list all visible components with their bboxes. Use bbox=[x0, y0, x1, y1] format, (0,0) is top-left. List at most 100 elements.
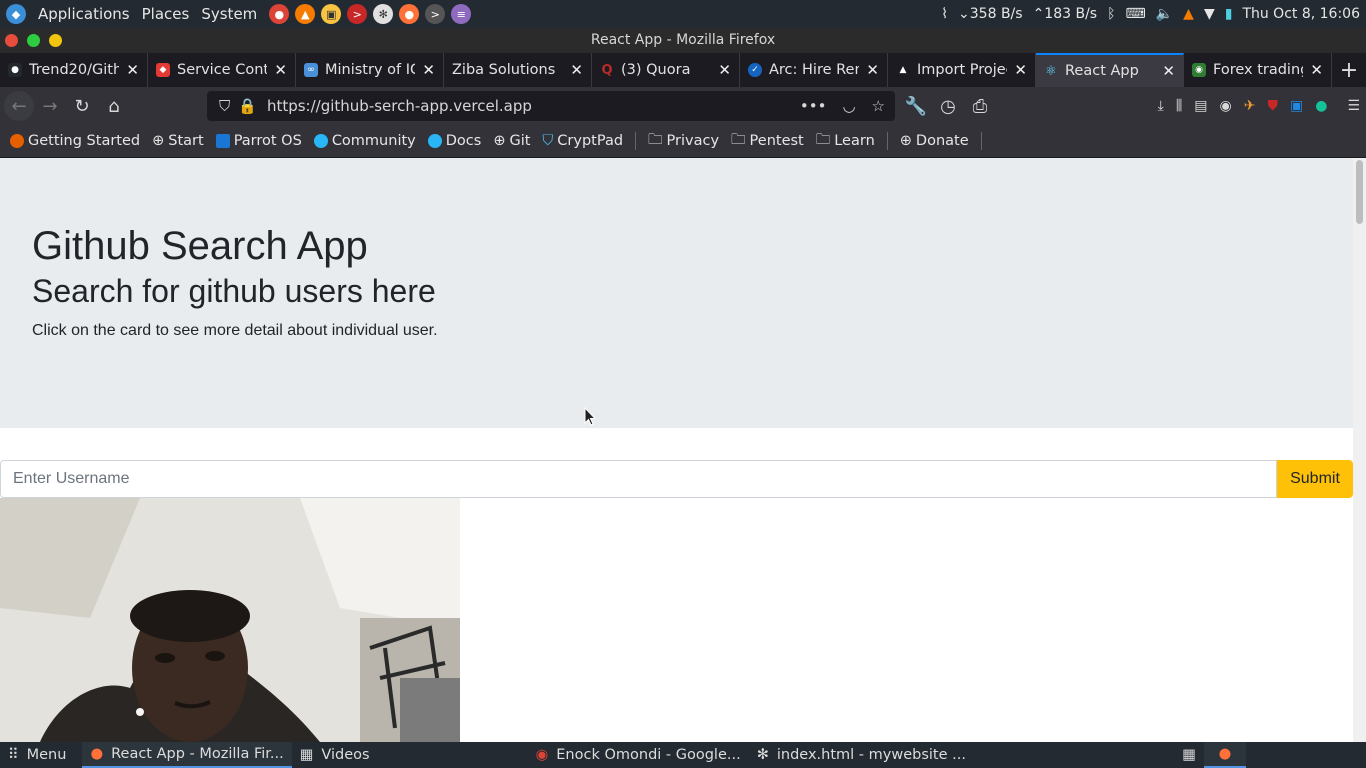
sidebar-icon[interactable]: ▤ bbox=[1194, 98, 1207, 114]
chrome-launcher-icon[interactable]: ● bbox=[269, 4, 290, 24]
scrollbar-thumb[interactable] bbox=[1356, 160, 1363, 224]
terminal-launcher-icon[interactable]: > bbox=[425, 4, 446, 24]
forward-button[interactable]: → bbox=[34, 91, 66, 121]
system-menu[interactable]: System bbox=[201, 5, 257, 23]
library-icon[interactable]: ⫼ bbox=[1176, 98, 1182, 114]
clock[interactable]: Thu Oct 8, 16:06 bbox=[1242, 6, 1360, 22]
workspace-switcher-icon[interactable]: ▦ bbox=[1174, 742, 1204, 768]
tab-github[interactable]: ● Trend20/Gith ✕ bbox=[0, 53, 148, 87]
tab-quora[interactable]: Q (3) Quora ✕ bbox=[592, 53, 740, 87]
url-text[interactable]: https://github-serch-app.vercel.app bbox=[267, 97, 800, 115]
settings-launcher-icon[interactable]: ✻ bbox=[373, 4, 394, 24]
keyboard-icon[interactable]: ⌨ bbox=[1126, 6, 1146, 22]
quora-icon: Q bbox=[601, 62, 613, 78]
close-tab-icon[interactable]: ✕ bbox=[1014, 61, 1027, 79]
page-actions-icon[interactable]: ••• bbox=[800, 97, 827, 115]
globe-icon: ⊕ bbox=[493, 133, 506, 149]
bookmark-star-icon[interactable]: ☆ bbox=[872, 97, 885, 115]
close-tab-icon[interactable]: ✕ bbox=[570, 61, 583, 79]
taskbar-item-vscode[interactable]: ✻ index.html - mywebsite ... bbox=[749, 742, 974, 768]
minimize-window-icon[interactable] bbox=[49, 34, 62, 47]
tab-ministry[interactable]: ∞ Ministry of IC ✕ bbox=[296, 53, 444, 87]
volume-icon[interactable]: 🔈 bbox=[1156, 6, 1173, 22]
vercel-icon: ▲ bbox=[899, 65, 907, 75]
back-button[interactable]: ← bbox=[4, 91, 34, 121]
tab-ziba[interactable]: Ziba Solutions ✕ bbox=[444, 53, 592, 87]
username-input[interactable] bbox=[0, 460, 1277, 498]
bookmark-folder-pentest[interactable]: 🗀 Pentest bbox=[731, 129, 804, 154]
submit-button[interactable]: Submit bbox=[1277, 460, 1353, 498]
lock-launcher-icon[interactable]: ▣ bbox=[321, 4, 342, 24]
tab-forex[interactable]: ◉ Forex trading ✕ bbox=[1184, 53, 1332, 87]
github-icon: ● bbox=[8, 63, 22, 77]
new-tab-button[interactable]: + bbox=[1332, 53, 1366, 87]
taskbar-menu-button[interactable]: ⠿ Menu bbox=[0, 742, 74, 768]
page-content: Github Search App Search for github user… bbox=[0, 158, 1353, 742]
tab-react-app[interactable]: ⚛ React App ✕ bbox=[1036, 53, 1184, 87]
close-tab-icon[interactable]: ✕ bbox=[126, 61, 139, 79]
bookmark-docs[interactable]: Docs bbox=[427, 133, 481, 149]
workspace-active-firefox-icon[interactable]: ● bbox=[1204, 742, 1246, 768]
firefox-icon: ● bbox=[90, 746, 104, 762]
globe-icon: ⊕ bbox=[899, 133, 912, 149]
history-button[interactable]: ◷ bbox=[932, 91, 964, 121]
close-tab-icon[interactable]: ✕ bbox=[1162, 62, 1175, 80]
places-menu[interactable]: Places bbox=[142, 5, 190, 23]
account-icon[interactable]: ◉ bbox=[1220, 98, 1232, 114]
shield-icon[interactable]: ⛉ bbox=[219, 97, 230, 115]
forward-arrow-icon: → bbox=[42, 95, 58, 117]
taskbar-item-chrome[interactable]: ◉ Enock Omondi - Google... bbox=[528, 742, 749, 768]
close-window-icon[interactable] bbox=[5, 34, 18, 47]
close-tab-icon[interactable]: ✕ bbox=[718, 61, 731, 79]
window-title-bar: React App - Mozilla Firefox bbox=[0, 28, 1366, 53]
home-button[interactable]: ⌂ bbox=[98, 91, 130, 121]
bookmark-start[interactable]: ⊕ Start bbox=[152, 133, 204, 149]
tools-button[interactable]: 🔧 bbox=[900, 91, 932, 121]
bookmark-folder-learn[interactable]: 🗀 Learn bbox=[816, 129, 875, 154]
url-bar[interactable]: ⛉ 🔒 https://github-serch-app.vercel.app … bbox=[207, 91, 895, 121]
ublock-icon[interactable]: ⛊ bbox=[1267, 98, 1278, 114]
vlc-tray-icon[interactable]: ▲ bbox=[1183, 6, 1194, 22]
hamburger-menu-icon[interactable]: ☰ bbox=[1347, 98, 1360, 114]
applications-menu[interactable]: ◆ Applications bbox=[6, 4, 130, 24]
bookmark-separator bbox=[980, 132, 982, 150]
terminal-red-launcher-icon[interactable]: > bbox=[347, 4, 368, 24]
bookmark-cryptpad[interactable]: ⛉ CryptPad bbox=[542, 133, 623, 149]
docs-icon bbox=[427, 134, 442, 148]
bookmark-donate[interactable]: ⊕ Donate bbox=[900, 133, 969, 149]
taskbar-item-firefox[interactable]: ● React App - Mozilla Fir... bbox=[82, 742, 292, 768]
bookmark-getting-started[interactable]: Getting Started bbox=[10, 133, 140, 149]
extension-icon[interactable]: ✈ bbox=[1244, 98, 1256, 114]
vlc-launcher-icon[interactable]: ▲ bbox=[295, 4, 316, 24]
print-button[interactable]: ⎙ bbox=[964, 91, 996, 121]
chrome-icon: ◉ bbox=[535, 747, 549, 763]
wrench-icon: 🔧 bbox=[904, 95, 928, 117]
bookmark-parrot-os[interactable]: Parrot OS bbox=[215, 133, 302, 149]
bluetooth-icon[interactable]: ᛒ bbox=[1107, 6, 1115, 22]
tab-arc[interactable]: ✓ Arc: Hire Rem ✕ bbox=[740, 53, 888, 87]
lock-icon[interactable]: 🔒 bbox=[238, 97, 257, 115]
close-tab-icon[interactable]: ✕ bbox=[274, 61, 287, 79]
bookmark-community[interactable]: Community bbox=[313, 133, 416, 149]
page-scrollbar[interactable] bbox=[1353, 158, 1366, 742]
pocket-icon[interactable]: ◡ bbox=[842, 97, 855, 115]
grammarly-icon[interactable]: ● bbox=[1315, 98, 1327, 114]
close-tab-icon[interactable]: ✕ bbox=[422, 61, 435, 79]
reload-button[interactable]: ↻ bbox=[66, 91, 98, 121]
user-avatar-card[interactable] bbox=[0, 498, 460, 742]
editor-launcher-icon[interactable]: ≡ bbox=[451, 4, 472, 24]
skype-icon[interactable]: ▣ bbox=[1290, 98, 1303, 114]
close-tab-icon[interactable]: ✕ bbox=[866, 61, 879, 79]
close-tab-icon[interactable]: ✕ bbox=[1310, 61, 1323, 79]
taskbar-item-videos[interactable]: ▦ Videos bbox=[292, 742, 378, 768]
tab-service-contact[interactable]: ◆Service Conta✕ bbox=[148, 53, 296, 87]
maximize-window-icon[interactable] bbox=[27, 34, 40, 47]
tab-import-project[interactable]: ▲ Import Projec ✕ bbox=[888, 53, 1036, 87]
bookmark-folder-privacy[interactable]: 🗀 Privacy bbox=[648, 129, 719, 154]
firefox-launcher-icon[interactable]: ● bbox=[399, 4, 420, 24]
battery-icon[interactable]: ▮ bbox=[1225, 6, 1233, 22]
wifi-icon[interactable]: ▼ bbox=[1204, 6, 1215, 22]
bookmark-git[interactable]: ⊕ Git bbox=[493, 133, 530, 149]
community-icon bbox=[313, 134, 328, 148]
download-icon[interactable]: ⤓ bbox=[1158, 98, 1164, 114]
